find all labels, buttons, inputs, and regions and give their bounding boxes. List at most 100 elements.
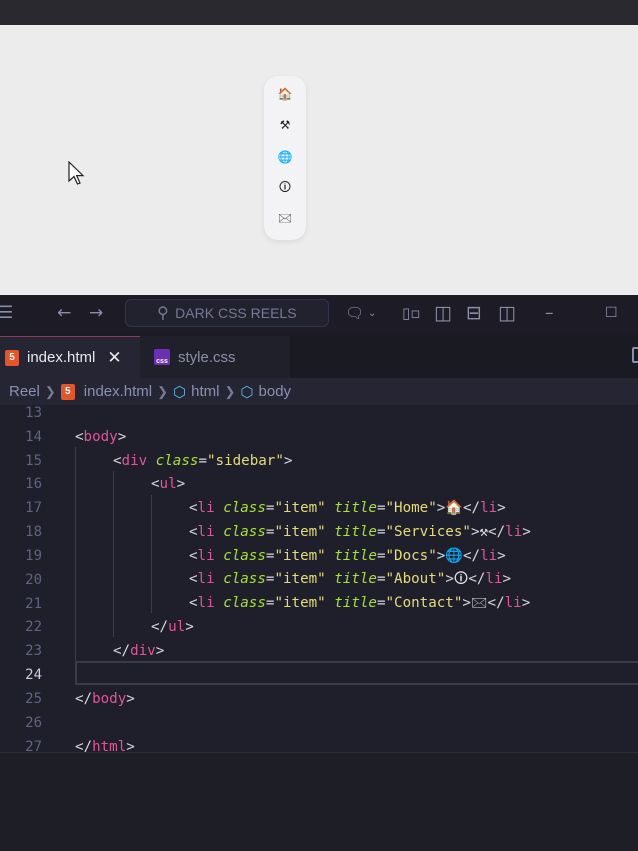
- code-token: li: [480, 547, 498, 564]
- code-token: >: [283, 452, 293, 469]
- sidebar-preview: 🏠 ⚒ 🌐 🛈 🖂: [264, 76, 306, 240]
- code-token: 🖂: [470, 594, 488, 611]
- tab-label: style.css: [178, 348, 236, 366]
- toggle-secondary-sidebar-icon[interactable]: ◫: [498, 295, 516, 331]
- code-line: 17 <li class="item" title="Home">🏠</li>: [0, 496, 638, 520]
- line-number: 14: [25, 428, 42, 445]
- toggle-primary-sidebar-icon[interactable]: ◫: [434, 295, 452, 331]
- code-line: 16 <ul>: [0, 473, 638, 497]
- code-editor[interactable]: 13 14 <body> 15 <div class="sidebar"> 16 <ul> 1…: [0, 405, 638, 752]
- breadcrumb-item[interactable]: Reel: [9, 383, 40, 400]
- breadcrumb-item[interactable]: html: [191, 383, 219, 400]
- code-token: class: [223, 594, 266, 611]
- code-token: div: [121, 452, 148, 469]
- customize-layout-icon[interactable]: ▯▫: [402, 295, 420, 331]
- code-token: =: [376, 570, 386, 587]
- code-line: 23 </div>: [0, 640, 638, 664]
- code-token: body: [83, 428, 118, 445]
- hammer-pick-icon: ⚒: [279, 118, 291, 133]
- code-token: </: [488, 524, 506, 541]
- sidebar-item-home[interactable]: 🏠: [264, 78, 306, 110]
- code-line: 14 <body>: [0, 425, 638, 449]
- code-line: 26: [0, 711, 638, 735]
- code-token: title: [334, 500, 377, 517]
- breadcrumb-item[interactable]: index.html: [84, 383, 152, 400]
- code-token: body: [92, 691, 127, 708]
- code-token: >: [117, 428, 127, 445]
- code-token: >: [126, 691, 135, 708]
- code-line: 15 <div class="sidebar">: [0, 449, 638, 473]
- search-label: DARK CSS REELS: [175, 305, 297, 321]
- code-token: =: [376, 547, 386, 564]
- forward-arrow-icon[interactable]: →: [89, 295, 103, 331]
- cube-icon: ⬡: [173, 383, 187, 401]
- back-arrow-icon[interactable]: ←: [57, 295, 71, 331]
- chevron-right-icon: ❯: [44, 383, 56, 399]
- code-text: <li class="item" title="Docs">🌐</li>: [189, 548, 506, 564]
- code-text: <ul>: [151, 476, 185, 492]
- minimize-icon[interactable]: –: [545, 295, 554, 331]
- code-token: title: [334, 594, 377, 611]
- code-text: </div>: [113, 643, 164, 659]
- code-token: class: [155, 452, 199, 469]
- code-token: <: [151, 476, 160, 493]
- line-number: 23: [25, 643, 42, 660]
- copilot-chat-icon[interactable]: 🗨 ⌄: [345, 295, 376, 331]
- sidebar-item-about[interactable]: 🛈: [264, 173, 306, 205]
- code-token: title: [334, 524, 377, 541]
- breadcrumb: Reel ❯ 5 index.html ❯ ⬡ html ❯ ⬡ body: [0, 378, 638, 405]
- code-token: ⚒: [479, 524, 489, 541]
- code-token: "item": [274, 524, 326, 541]
- breadcrumb-item[interactable]: body: [259, 383, 292, 400]
- sidebar-item-services[interactable]: ⚒: [264, 110, 306, 142]
- code-token: class: [223, 547, 266, 564]
- sidebar-item-contact[interactable]: 🖂: [264, 204, 306, 236]
- line-number: 26: [25, 714, 42, 731]
- code-token: ul: [168, 619, 186, 636]
- close-icon[interactable]: ✕: [107, 348, 121, 368]
- title-bar: ☰ ← → ⚲ DARK CSS REELS 🗨 ⌄ ▯▫ ◫ ⊟ ◫ – ☐: [0, 295, 638, 335]
- code-token: </: [151, 619, 169, 636]
- mouse-cursor-icon: [68, 161, 85, 185]
- line-number: 13: [25, 405, 42, 421]
- code-token: =: [376, 500, 386, 517]
- sidebar-item-docs[interactable]: 🌐: [264, 141, 306, 173]
- code-token: >: [185, 619, 194, 636]
- code-token: "item": [274, 594, 326, 611]
- code-token: <: [189, 570, 198, 587]
- code-line: 22 </ul>: [0, 616, 638, 640]
- top-bar: [0, 0, 638, 25]
- code-token: "Contact": [385, 594, 463, 611]
- tab-style-css[interactable]: css style.css: [140, 336, 290, 378]
- code-line: 13: [0, 405, 638, 425]
- code-token: class: [223, 500, 266, 517]
- menu-icon[interactable]: ☰: [0, 295, 13, 331]
- info-icon: 🛈: [278, 179, 292, 194]
- code-token: class: [223, 524, 266, 541]
- maximize-icon[interactable]: ☐: [605, 295, 618, 331]
- toggle-panel-icon[interactable]: ⊟: [466, 295, 482, 331]
- code-token: "sidebar": [206, 452, 284, 469]
- code-token: li: [197, 524, 215, 541]
- tab-index-html[interactable]: 5 index.html ✕: [0, 336, 140, 378]
- globe-icon: 🌐: [277, 149, 293, 164]
- command-center-search[interactable]: ⚲ DARK CSS REELS: [125, 299, 329, 327]
- code-text: </ul>: [151, 619, 194, 635]
- code-token: >: [155, 643, 165, 660]
- split-editor-icon[interactable]: [632, 347, 638, 363]
- code-token: </: [75, 738, 93, 752]
- line-number: 24: [25, 667, 42, 684]
- code-token: </: [468, 570, 486, 587]
- code-token: =: [376, 594, 386, 611]
- browser-preview: [0, 25, 638, 295]
- code-token: <: [189, 594, 198, 611]
- code-text: </html>: [75, 739, 135, 752]
- code-token: li: [505, 524, 523, 541]
